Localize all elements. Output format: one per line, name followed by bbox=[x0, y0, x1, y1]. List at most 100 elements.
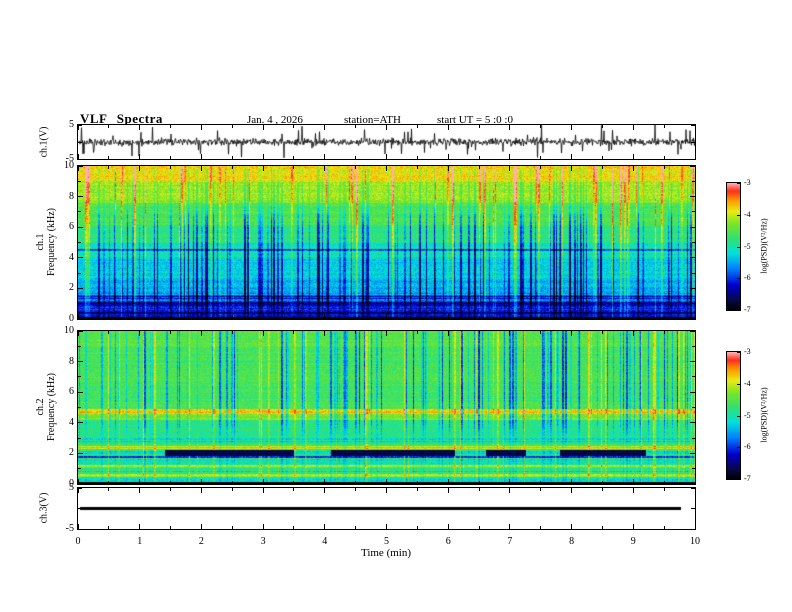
x-tick bbox=[479, 526, 480, 529]
x-tick bbox=[633, 479, 634, 484]
ch2-spectrogram-canvas bbox=[78, 331, 695, 484]
x-tick bbox=[232, 316, 233, 319]
x-tick bbox=[324, 154, 325, 159]
colorbar-ch1 bbox=[726, 182, 741, 311]
x-tick bbox=[355, 481, 356, 484]
x-tick bbox=[448, 488, 449, 493]
x-tick bbox=[540, 488, 541, 491]
y-tick bbox=[690, 319, 695, 320]
x-tick bbox=[201, 479, 202, 484]
ch1-voltage-axis-label: ch.1(V) bbox=[39, 127, 50, 158]
x-tick bbox=[664, 166, 665, 169]
ch2-axis-label-line2: Frequency (kHz) bbox=[46, 373, 57, 441]
x-tick bbox=[324, 488, 325, 493]
x-tick bbox=[448, 314, 449, 319]
colorbar-tick bbox=[737, 278, 740, 279]
x-tick bbox=[633, 125, 634, 130]
x-tick bbox=[232, 481, 233, 484]
x-tick bbox=[695, 331, 696, 336]
colorbar-tick bbox=[737, 416, 740, 417]
x-tick bbox=[324, 314, 325, 319]
y-tick bbox=[78, 319, 83, 320]
x-tick bbox=[571, 125, 572, 130]
y-tick-label: 6 bbox=[52, 386, 74, 397]
x-tick bbox=[540, 156, 541, 159]
y-tick bbox=[78, 453, 83, 454]
x-tick bbox=[355, 156, 356, 159]
x-tick bbox=[602, 316, 603, 319]
colorbar-tick-label: -4 bbox=[744, 379, 751, 388]
ch2-axis-label-line1: ch.2 bbox=[35, 373, 46, 441]
x-tick bbox=[293, 526, 294, 529]
x-tick bbox=[479, 166, 480, 169]
y-tick-label: 8 bbox=[52, 191, 74, 202]
colorbar-tick bbox=[737, 352, 740, 353]
ch1-spectrogram-panel bbox=[77, 165, 696, 320]
x-tick bbox=[479, 125, 480, 128]
x-tick bbox=[170, 166, 171, 169]
x-tick bbox=[602, 526, 603, 529]
y-tick bbox=[690, 484, 695, 485]
x-tick bbox=[571, 331, 572, 336]
x-tick bbox=[293, 331, 294, 334]
x-tick bbox=[232, 331, 233, 334]
x-tick bbox=[170, 125, 171, 128]
x-tick bbox=[664, 156, 665, 159]
x-tick bbox=[293, 488, 294, 491]
ch3-voltage-axis-label: ch.3(V) bbox=[39, 493, 50, 524]
y-tick-label: 4 bbox=[52, 417, 74, 428]
x-tick bbox=[540, 526, 541, 529]
colorbar-tick-label: -7 bbox=[744, 474, 751, 483]
x-tick bbox=[324, 479, 325, 484]
x-tick bbox=[232, 156, 233, 159]
x-tick bbox=[540, 316, 541, 319]
x-tick bbox=[664, 316, 665, 319]
y-tick bbox=[78, 488, 82, 489]
x-tick bbox=[540, 481, 541, 484]
x-tick bbox=[324, 166, 325, 171]
x-tick bbox=[170, 488, 171, 491]
x-tick-label: 9 bbox=[631, 536, 636, 547]
y-tick bbox=[78, 257, 83, 258]
y-tick-label: 10 bbox=[52, 325, 74, 336]
x-tick bbox=[633, 154, 634, 159]
x-tick bbox=[232, 166, 233, 169]
x-tick-label: 4 bbox=[322, 536, 327, 547]
x-tick bbox=[108, 481, 109, 484]
x-tick bbox=[78, 488, 79, 493]
x-tick bbox=[509, 314, 510, 319]
x-tick bbox=[232, 526, 233, 529]
x-tick bbox=[664, 526, 665, 529]
y-tick bbox=[690, 196, 695, 197]
x-tick bbox=[201, 125, 202, 130]
y-tick bbox=[78, 159, 82, 160]
y-tick bbox=[78, 166, 83, 167]
x-tick bbox=[355, 488, 356, 491]
x-tick bbox=[139, 125, 140, 130]
x-tick bbox=[540, 166, 541, 169]
colorbar-tick-label: -6 bbox=[744, 273, 751, 282]
x-tick bbox=[602, 331, 603, 334]
x-tick bbox=[170, 526, 171, 529]
y-tick bbox=[692, 468, 695, 469]
x-tick bbox=[139, 479, 140, 484]
x-tick bbox=[448, 331, 449, 336]
x-tick bbox=[448, 125, 449, 130]
x-tick bbox=[386, 314, 387, 319]
x-tick bbox=[170, 331, 171, 334]
x-tick bbox=[509, 479, 510, 484]
y-tick bbox=[690, 422, 695, 423]
x-tick bbox=[695, 488, 696, 493]
x-tick bbox=[108, 526, 109, 529]
y-tick-label: -5 bbox=[56, 153, 74, 164]
x-tick bbox=[633, 331, 634, 336]
y-tick bbox=[78, 242, 81, 243]
y-tick bbox=[78, 529, 82, 530]
x-tick-label: 7 bbox=[507, 536, 512, 547]
y-tick bbox=[78, 422, 83, 423]
x-tick bbox=[571, 488, 572, 493]
x-tick bbox=[695, 125, 696, 130]
x-tick bbox=[201, 524, 202, 529]
x-tick bbox=[355, 125, 356, 128]
y-tick bbox=[78, 407, 81, 408]
